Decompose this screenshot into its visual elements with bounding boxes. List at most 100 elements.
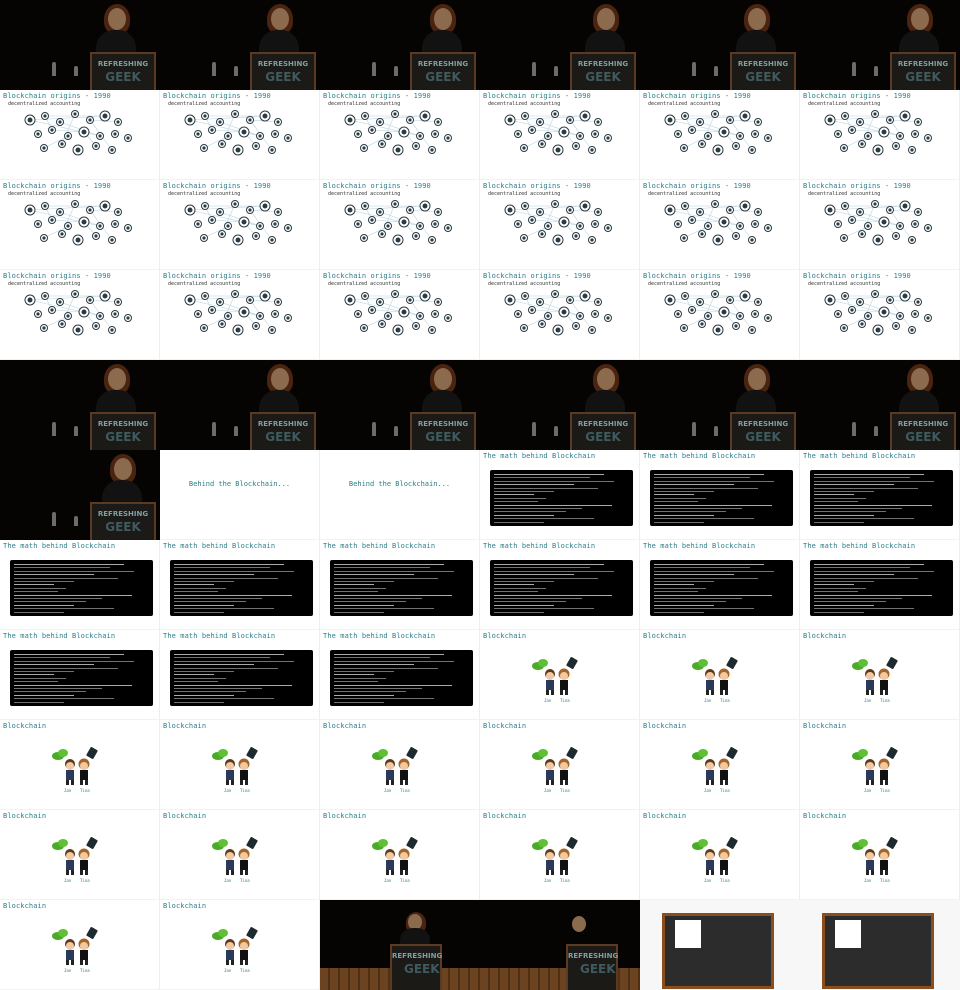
- user-icon: [203, 294, 207, 298]
- user-icon: [546, 134, 550, 138]
- podium: REFRESHING GEEK: [90, 52, 156, 90]
- podium: REFRESHING GEEK: [566, 944, 618, 990]
- network-diagram: [24, 200, 132, 246]
- terminal-text-line: [174, 677, 226, 679]
- user-icon: [110, 328, 114, 332]
- phone-icon: [86, 927, 98, 939]
- terminal-text-line: [14, 660, 134, 662]
- presenter-head: [271, 8, 289, 30]
- terminal-text-line: [174, 654, 284, 655]
- user-icon: [196, 312, 200, 316]
- caption-jan: Jan: [544, 878, 552, 883]
- network-diagram: [344, 290, 452, 336]
- user-icon: [430, 328, 434, 332]
- presenter-head: [271, 368, 289, 390]
- user-icon: [590, 328, 594, 332]
- podium-logo: GEEK: [905, 430, 941, 444]
- money-icon: [212, 929, 228, 940]
- user-icon: [380, 322, 384, 326]
- podium: REFRESHING GEEK: [890, 412, 956, 450]
- user-icon: [187, 207, 193, 213]
- user-icon: [422, 293, 428, 299]
- terminal-text-line: [174, 601, 246, 603]
- user-icon: [347, 297, 353, 303]
- user-icon: [898, 134, 902, 138]
- terminal-text-line: [174, 688, 262, 689]
- caption-tina: Tina: [720, 698, 730, 703]
- user-icon: [113, 132, 117, 136]
- money-icon: [852, 749, 868, 760]
- user-icon: [561, 129, 567, 135]
- money-icon: [692, 659, 708, 670]
- user-icon: [418, 224, 422, 228]
- user-icon: [546, 224, 550, 228]
- terminal-text-line: [494, 511, 566, 513]
- user-icon: [593, 132, 597, 136]
- phone-icon: [246, 747, 258, 759]
- terminal-text-line: [814, 608, 914, 610]
- terminal-text-line: [334, 654, 444, 655]
- caption-tina: Tina: [880, 878, 890, 883]
- user-icon: [913, 132, 917, 136]
- podium-text: REFRESHING: [737, 420, 789, 428]
- terminal-text-line: [14, 611, 64, 613]
- user-icon: [362, 236, 366, 240]
- terminal-text-line: [814, 501, 858, 503]
- blockchain-illustration: [852, 747, 898, 785]
- terminal-window: [810, 470, 953, 526]
- caption-tina: Tina: [560, 788, 570, 793]
- user-icon: [898, 224, 902, 228]
- terminal-text-line: [814, 514, 874, 516]
- user-icon: [593, 312, 597, 316]
- water-bottle: [554, 426, 558, 436]
- user-icon: [233, 202, 237, 206]
- terminal-text-line: [174, 577, 278, 579]
- presenter-head: [911, 8, 929, 30]
- user-icon: [226, 314, 230, 318]
- user-icon: [235, 147, 241, 153]
- terminal-text-line: [814, 477, 910, 479]
- phone-icon: [566, 837, 578, 849]
- user-icon: [220, 322, 224, 326]
- blockchain-illustration: [532, 657, 578, 695]
- user-icon: [690, 128, 694, 132]
- terminal-text-line: [654, 611, 704, 613]
- terminal-text-line: [494, 601, 566, 603]
- terminal-text-line: [494, 487, 598, 489]
- user-icon: [836, 222, 840, 226]
- caption-jan: Jan: [64, 968, 72, 973]
- caption-jan: Jan: [384, 788, 392, 793]
- user-icon: [582, 113, 588, 119]
- podium-text: REFRESHING: [417, 420, 469, 428]
- terminal-text-line: [494, 564, 604, 565]
- terminal-text-line: [494, 594, 612, 596]
- user-icon: [507, 117, 513, 123]
- podium: REFRESHING GEEK: [570, 52, 636, 90]
- person-tina: [78, 758, 90, 785]
- terminal-text-line: [14, 674, 54, 676]
- user-icon: [578, 314, 582, 318]
- blockchain-illustration: [52, 747, 98, 785]
- thumbnail-stage: REFRESHING GEEK: [800, 0, 960, 90]
- caption-jan: Jan: [864, 878, 872, 883]
- user-icon: [66, 224, 70, 228]
- user-icon: [561, 309, 567, 315]
- person-jan: [225, 759, 235, 785]
- user-icon: [356, 132, 360, 136]
- network-diagram: [824, 110, 932, 156]
- water-bottle: [692, 62, 696, 76]
- user-icon: [522, 146, 526, 150]
- terminal-text-line: [14, 688, 102, 689]
- phone-icon: [726, 657, 738, 669]
- user-icon: [273, 222, 277, 226]
- user-icon: [881, 129, 887, 135]
- phone-icon: [566, 657, 578, 669]
- user-icon: [894, 234, 898, 238]
- slide-title: The math behind Blockchain: [803, 452, 916, 460]
- user-icon: [187, 117, 193, 123]
- user-icon: [561, 219, 567, 225]
- water-bottle: [532, 422, 536, 436]
- person-jan: [705, 759, 715, 785]
- terminal-text-line: [14, 664, 94, 666]
- terminal-text-line: [654, 494, 694, 496]
